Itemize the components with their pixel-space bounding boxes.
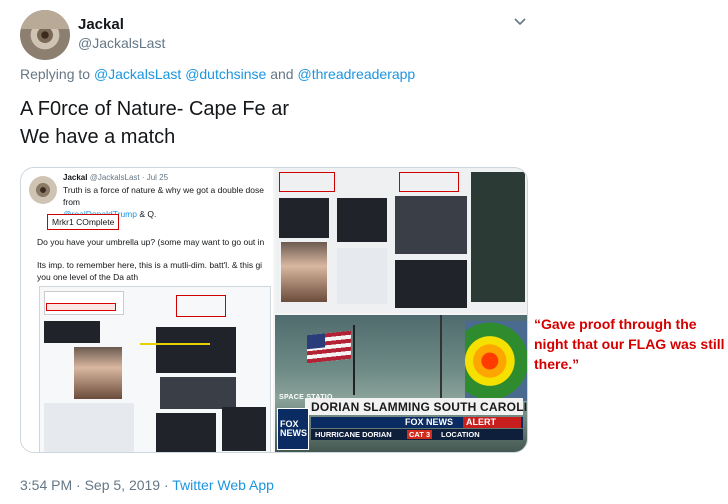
radar-inset xyxy=(465,321,527,401)
tweet-text-line-2: We have a match xyxy=(20,126,176,148)
collage-text-block xyxy=(44,403,134,452)
fox-news-logo-text: FOX NEWS xyxy=(280,419,307,438)
collage-red-note xyxy=(176,295,226,317)
collage-photo-panel xyxy=(160,377,236,409)
ticker-item-1: HURRICANE DORIAN xyxy=(315,430,392,439)
embedded-para-1: Do you have your umbrella up? (some may … xyxy=(37,237,265,247)
marker-highlight-box: Mrkr1 COmplete xyxy=(47,214,120,230)
collage-dark-panel-2 xyxy=(222,407,266,451)
author-display-name[interactable]: Jackal xyxy=(78,16,124,33)
collage-red-note-2 xyxy=(399,172,459,192)
collage-data-panel-2 xyxy=(279,198,329,238)
collage-red-banner-2 xyxy=(279,172,335,192)
collage-portrait-photo-2 xyxy=(281,242,327,302)
collage-top-right xyxy=(275,168,527,313)
embedded-mention-suffix: & Q. xyxy=(136,209,157,219)
american-flag xyxy=(307,330,351,364)
embedded-tweet-screenshot: Jackal @JackalsLast · Jul 25 Truth is a … xyxy=(21,168,273,452)
tweet-text-line-1: A F0rce of Nature- Cape Fe ar xyxy=(20,98,290,120)
replying-to-line: Replying to @JackalsLast @dutchsinse and… xyxy=(20,66,415,82)
collage-text-block-2 xyxy=(337,248,387,304)
network-label: FOX NEWS xyxy=(405,417,454,427)
embedded-author-handle: @JackalsLast · Jul 25 xyxy=(89,173,169,182)
news-ticker: HURRICANE DORIAN CAT 3 LOCATION xyxy=(311,429,523,440)
mention-jackalslast[interactable]: @JackalsLast xyxy=(94,66,181,82)
alert-bar: FOX NEWS ALERT xyxy=(311,417,523,428)
tweet-timestamp: 3:54 PM · Sep 5, 2019 · Twitter Web App xyxy=(20,477,274,493)
embedded-para-2: Its imp. to remember here, this is a mut… xyxy=(37,260,263,270)
collage-red-banner xyxy=(46,303,116,311)
embedded-avatar xyxy=(29,176,57,204)
tweet-media-image[interactable]: Jackal @JackalsLast · Jul 25 Truth is a … xyxy=(20,167,528,453)
flag-pole xyxy=(353,325,355,395)
collage-data-panel xyxy=(156,327,236,373)
embedded-author: Jackal @JackalsLast · Jul 25 xyxy=(63,173,168,182)
replying-to-label: Replying to xyxy=(20,66,91,82)
ticker-item-3: LOCATION xyxy=(441,430,480,439)
mention-threadreaderapp[interactable]: @threadreaderapp xyxy=(297,66,415,82)
collage-portrait-photo xyxy=(74,347,122,399)
embedded-line-1: Truth is a force of nature & why we got … xyxy=(63,185,264,207)
source-app-link[interactable]: Twitter Web App xyxy=(172,477,274,493)
collage-photo-panel-2 xyxy=(395,196,467,254)
collage-data-panel-3 xyxy=(337,198,387,242)
collage-text-panel-2 xyxy=(395,260,467,308)
alert-badge: ALERT xyxy=(463,417,521,428)
broadcast-headline: DORIAN SLAMMING SOUTH CAROLINA COAST xyxy=(311,400,528,414)
collage-photo-tall xyxy=(471,172,525,302)
alert-label: ALERT xyxy=(466,417,496,427)
collage-text-panel xyxy=(156,413,216,452)
fox-news-broadcast: SPACE STATIO DORIAN SLAMMING SOUTH CAROL… xyxy=(275,315,528,452)
flag-caption: “Gave proof through the night that our F… xyxy=(534,316,725,372)
avatar[interactable] xyxy=(20,10,70,60)
author-handle[interactable]: @JackalsLast xyxy=(78,35,165,51)
mention-dutchsinse[interactable]: @dutchsinse xyxy=(185,66,266,82)
embedded-collage xyxy=(39,286,271,452)
collage-yellow-connector xyxy=(140,343,210,345)
embedded-para-3: you one level of the Da ath xyxy=(37,272,139,282)
embedded-author-name: Jackal xyxy=(63,173,88,182)
tweet-text: A F0rce of Nature- Cape Fe ar We have a … xyxy=(20,95,289,151)
chevron-down-icon[interactable] xyxy=(513,14,527,28)
light-pole xyxy=(440,315,442,410)
mention-conjunction: and xyxy=(270,66,294,82)
timestamp-date[interactable]: 3:54 PM · Sep 5, 2019 · xyxy=(20,477,172,493)
fox-news-logo: FOX NEWS xyxy=(277,408,309,450)
collage-dark-panel xyxy=(44,321,100,343)
ticker-item-2: CAT 3 xyxy=(407,430,433,439)
